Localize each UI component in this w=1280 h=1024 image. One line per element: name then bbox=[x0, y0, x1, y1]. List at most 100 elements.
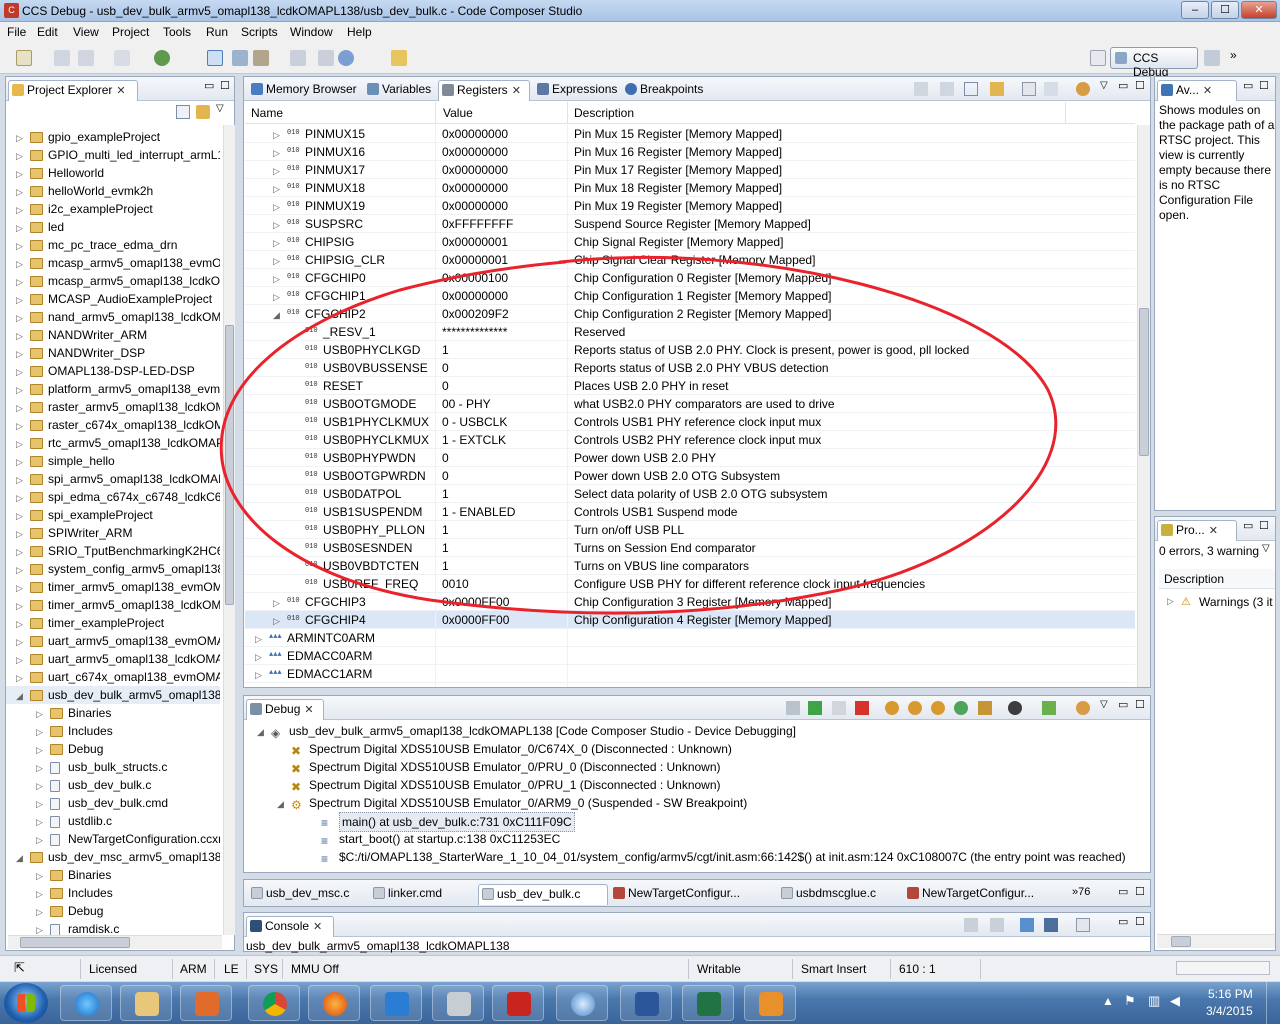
expand-arrow-icon[interactable]: ▷ bbox=[273, 126, 280, 144]
expand-arrow-icon[interactable]: ▷ bbox=[273, 144, 280, 162]
register-value[interactable]: 0 - USBCLK bbox=[442, 413, 507, 431]
expand-arrow-icon[interactable]: ▷ bbox=[16, 633, 23, 651]
project-item[interactable]: ▷ gpio_exampleProject bbox=[6, 128, 220, 146]
register-row[interactable]: 010 _RESV_1 ************** Reserved bbox=[245, 323, 1135, 341]
register-value[interactable]: 0x00000000 bbox=[442, 143, 508, 161]
register-row[interactable]: 010 USB0DATPOL 1 Select data polarity of US… bbox=[245, 485, 1135, 503]
expand-arrow-icon[interactable]: ▷ bbox=[273, 612, 280, 630]
project-item[interactable]: ▷ NANDWriter_DSP bbox=[6, 344, 220, 362]
open-perspective-icon[interactable] bbox=[1090, 50, 1106, 66]
show-desktop-button[interactable] bbox=[1266, 982, 1280, 1024]
expand-arrow-icon[interactable]: ▷ bbox=[16, 453, 23, 471]
register-row[interactable]: ▷ 010 PINMUX16 0x00000000 Pin Mux 16 Registe… bbox=[245, 143, 1135, 161]
taskbar-remote-desktop[interactable] bbox=[556, 985, 608, 1021]
expand-arrow-icon[interactable]: ▷ bbox=[16, 507, 23, 525]
maximize-icon[interactable]: ☐ bbox=[1135, 79, 1145, 92]
expand-arrow-icon[interactable]: ▷ bbox=[36, 813, 43, 831]
tree-child-item[interactable]: ▷ Binaries bbox=[6, 704, 220, 722]
register-value[interactable]: 0 bbox=[442, 467, 449, 485]
maximize-icon[interactable]: ☐ bbox=[220, 79, 230, 92]
expand-arrow-icon[interactable]: ▷ bbox=[36, 723, 43, 741]
connect-icon[interactable] bbox=[232, 50, 248, 66]
column-description[interactable]: Description bbox=[574, 106, 634, 120]
tree-child-item[interactable]: ▷ usb_dev_bulk.c bbox=[6, 776, 220, 794]
vertical-scrollbar[interactable] bbox=[1137, 125, 1150, 687]
expand-arrow-icon[interactable]: ▷ bbox=[16, 291, 23, 309]
pin-icon[interactable] bbox=[1044, 82, 1058, 96]
tree-child-item[interactable]: ▷ NewTargetConfiguration.ccxml bbox=[6, 830, 220, 848]
save-icon[interactable] bbox=[54, 50, 70, 66]
register-value[interactable]: 0xFFFFFFFF bbox=[442, 215, 513, 233]
expand-arrow-icon[interactable]: ▷ bbox=[36, 885, 43, 903]
expand-arrow-icon[interactable]: ▷ bbox=[255, 684, 262, 687]
project-item[interactable]: ▷ mc_pc_trace_edma_drn bbox=[6, 236, 220, 254]
project-item[interactable]: ▷ SPIWriter_ARM bbox=[6, 524, 220, 542]
expand-arrow-icon[interactable]: ▷ bbox=[273, 594, 280, 612]
heap-status[interactable] bbox=[1176, 961, 1270, 975]
register-row[interactable]: ▷ ▲▲▲ ARMINTC0ARM bbox=[245, 629, 1135, 647]
expand-arrow-icon[interactable]: ▷ bbox=[16, 345, 23, 363]
close-icon[interactable]: ✕ bbox=[1209, 525, 1218, 537]
expand-arrow-icon[interactable]: ▷ bbox=[16, 669, 23, 687]
register-value[interactable]: 0x00000001 bbox=[442, 233, 508, 251]
expand-arrow-icon[interactable]: ▷ bbox=[255, 630, 262, 648]
close-icon[interactable]: ✕ bbox=[116, 85, 125, 97]
project-item[interactable]: ▷ spi_exampleProject bbox=[6, 506, 220, 524]
restart-icon[interactable] bbox=[1042, 701, 1056, 715]
tree-child-item[interactable]: ▷ Debug bbox=[6, 740, 220, 758]
wand-icon[interactable] bbox=[391, 50, 407, 66]
volume-icon[interactable]: ◀ bbox=[1170, 993, 1180, 1009]
tree-child-item[interactable]: ▷ Includes bbox=[6, 722, 220, 740]
expand-arrow-icon[interactable]: ▷ bbox=[36, 759, 43, 777]
project-item[interactable]: ◢ usb_dev_bulk_armv5_omapl138_ bbox=[6, 686, 220, 704]
link-editor-icon[interactable] bbox=[196, 105, 210, 119]
view-menu-icon[interactable]: ▽ bbox=[1262, 543, 1270, 554]
register-value[interactable]: 0 bbox=[442, 449, 449, 467]
register-row[interactable]: ▷ 010 CHIPSIG 0x00000001 Chip Signal Registe… bbox=[245, 233, 1135, 251]
expand-arrow-icon[interactable]: ▷ bbox=[16, 147, 23, 165]
expand-arrow-icon[interactable]: ▷ bbox=[273, 180, 280, 198]
debug-perspective-icon[interactable] bbox=[207, 50, 223, 66]
taskbar-firefox[interactable] bbox=[308, 985, 360, 1021]
project-item[interactable]: ◢ usb_dev_msc_armv5_omapl138_ bbox=[6, 848, 220, 866]
register-value[interactable]: 0x0000FF00 bbox=[442, 593, 509, 611]
tree-child-item[interactable]: ▷ Debug bbox=[6, 902, 220, 920]
maximize-button[interactable]: ☐ bbox=[1211, 1, 1239, 19]
step-into-icon[interactable] bbox=[885, 701, 899, 715]
register-value[interactable]: 1 bbox=[442, 341, 449, 359]
view-menu-icon[interactable]: ▽ bbox=[1100, 80, 1108, 91]
print-icon[interactable] bbox=[114, 50, 130, 66]
collapse-all-icon[interactable] bbox=[964, 82, 978, 96]
register-row[interactable]: 010 USB0OTGMODE 00 - PHY what USB2.0 PHY co… bbox=[245, 395, 1135, 413]
perspective-edit-icon[interactable] bbox=[1204, 50, 1220, 66]
expand-arrow-icon[interactable]: ▷ bbox=[36, 741, 43, 759]
project-item[interactable]: ▷ GPIO_multi_led_interrupt_armL1 bbox=[6, 146, 220, 164]
step-return-icon[interactable] bbox=[931, 701, 945, 715]
load-icon[interactable] bbox=[253, 50, 269, 66]
expand-arrow-icon[interactable]: ▷ bbox=[16, 435, 23, 453]
register-value[interactable]: 0x00000000 bbox=[442, 287, 508, 305]
register-row[interactable]: 010 USB0OTGPWRDN 0 Power down USB 2.0 OTG S… bbox=[245, 467, 1135, 485]
expand-arrow-icon[interactable]: ▷ bbox=[16, 615, 23, 633]
build-icon[interactable] bbox=[154, 50, 170, 66]
expand-arrow-icon[interactable]: ▷ bbox=[255, 648, 262, 666]
more-tabs[interactable]: »76 bbox=[1072, 886, 1090, 898]
expand-arrow-icon[interactable]: ▷ bbox=[16, 543, 23, 561]
view-menu-icon[interactable]: ▽ bbox=[1100, 699, 1108, 710]
expand-arrow-icon[interactable]: ▷ bbox=[16, 183, 23, 201]
tab-usb-dev-msc-c[interactable]: usb_dev_msc.c bbox=[248, 884, 370, 905]
menu-scripts[interactable]: Scripts bbox=[241, 25, 278, 39]
project-item[interactable]: ▷ helloWorld_evmk2h bbox=[6, 182, 220, 200]
project-item[interactable]: ▷ OMAPL138-DSP-LED-DSP bbox=[6, 362, 220, 380]
tab-new-target-config-1[interactable]: NewTargetConfigur... bbox=[610, 884, 776, 905]
register-value[interactable]: 00 - PHY bbox=[442, 395, 491, 413]
project-item[interactable]: ▷ nand_armv5_omapl138_lcdkOMAPL bbox=[6, 308, 220, 326]
minimize-icon[interactable]: ▭ bbox=[1118, 79, 1128, 92]
perspective-more[interactable]: » bbox=[1230, 48, 1237, 62]
menu-edit[interactable]: Edit bbox=[37, 25, 58, 39]
taskbar-chrome[interactable] bbox=[248, 985, 300, 1021]
tab-problems[interactable]: Pro... ✕ bbox=[1157, 520, 1237, 541]
maximize-icon[interactable]: ☐ bbox=[1259, 519, 1269, 532]
tab-expressions[interactable]: Expressions bbox=[534, 80, 620, 101]
expand-arrow-icon[interactable]: ▷ bbox=[16, 471, 23, 489]
